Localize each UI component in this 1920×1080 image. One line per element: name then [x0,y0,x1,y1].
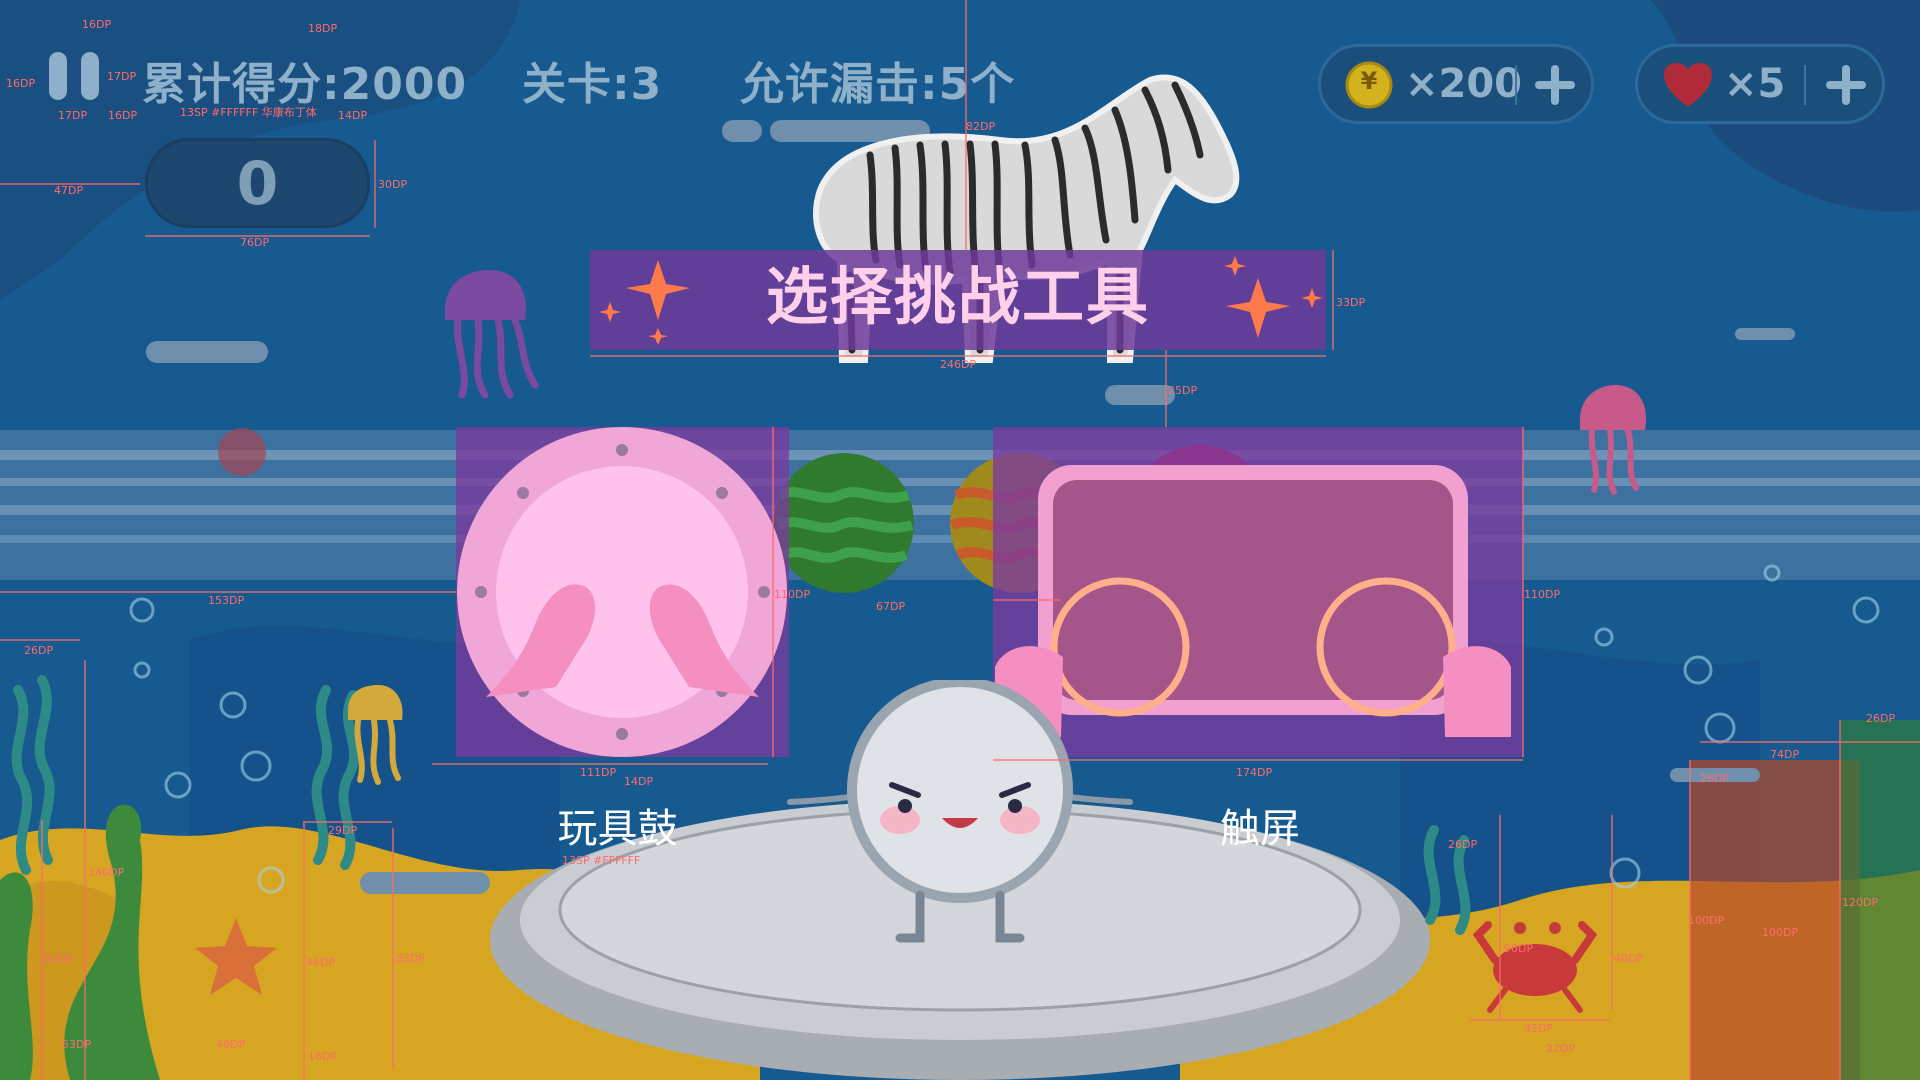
dim-label: 246DP [940,358,977,371]
dim-label: 18DP [308,22,338,35]
dim-label: 100DP [1762,926,1799,939]
crab-icon [1472,921,1598,1013]
mascot-character [787,680,1133,943]
dim-label: 76DP [240,236,270,249]
starfish-icon [195,918,277,995]
dim-label: 14DP [624,775,654,788]
dim-label: 16DP [82,18,112,31]
dim-label: 83DP [396,952,426,965]
dim-label: 46DP [306,956,336,969]
dim-label: 111DP [580,766,617,779]
dim-label: 17DP [58,109,88,122]
dim-label: 45DP [1524,1022,1554,1035]
dim-label: 13SP #FFFFFF 华康布丁体 [180,106,317,119]
dim-label: 26DP [24,644,54,657]
dim-label: 46DP [216,1038,246,1051]
coin-symbol: ¥ [1360,67,1378,95]
coins-pill: ¥ ×200 [1318,44,1594,124]
allowed-miss-label: 允许漏击:5个 [740,59,1016,110]
dim-label: 174DP [1236,766,1273,779]
dim-label: 47DP [54,184,84,197]
pause-icon[interactable] [47,50,101,102]
panel-title: 选择挑战工具 [765,260,1150,333]
dim-label: 100DP [1688,914,1725,927]
dim-label: 120DP [1842,896,1879,909]
dim-label: 110DP [774,588,811,601]
dim-label: 33DP [1336,296,1366,309]
dim-label: 74DP [1770,748,1800,761]
dim-label: 82DP [966,120,996,133]
dim-label: 13SP #FFFFFF [562,854,641,867]
dim-label: 83DP [44,952,74,965]
jellyfish-icon [445,270,539,399]
dim-label: 90DP [1504,942,1534,955]
jellyfish-icon [1580,385,1646,495]
drum-icon[interactable] [456,427,789,757]
option-touchscreen-label[interactable]: 触屏 [1190,796,1330,854]
lives-count: ×5 [1724,61,1786,107]
dim-label: 14DP [338,109,368,122]
dim-label: 26DP [1700,772,1730,785]
plus-icon[interactable] [1824,63,1868,107]
total-score-label: 累计得分:2000 [142,59,468,110]
dim-label: 29DP [328,824,358,837]
current-score-value: 0 [236,149,279,219]
current-score-pill: 0 [145,138,370,228]
dim-label: 140DP [88,866,125,879]
dim-label: 16DP [6,77,36,90]
coin-count: ×200 [1405,61,1523,107]
dim-label: 53DP [62,1038,92,1051]
dim-label: 25DP [1168,384,1198,397]
dim-label: 16DP [308,1050,338,1063]
dim-label: 110DP [1524,588,1561,601]
dim-label: 40DP [1614,952,1644,965]
dim-label: 26DP [1448,838,1478,851]
pill-divider [1804,65,1806,105]
dim-label: 26DP [1866,712,1896,725]
dim-label: 67DP [876,600,906,613]
plus-icon[interactable] [1533,63,1577,107]
dim-label: 17DP [107,70,137,83]
pill-divider [1515,65,1517,105]
zebra-illustration [813,74,1240,363]
option-drum-label[interactable]: 玩具鼓 [530,796,705,854]
lives-pill: ×5 [1635,44,1885,124]
dim-label: 22DP [1546,1042,1576,1055]
dim-label: 153DP [208,594,245,607]
dim-label: 30DP [378,178,408,191]
dim-label: 16DP [108,109,138,122]
level-label: 关卡:3 [522,59,663,110]
heart-icon [1664,63,1712,107]
